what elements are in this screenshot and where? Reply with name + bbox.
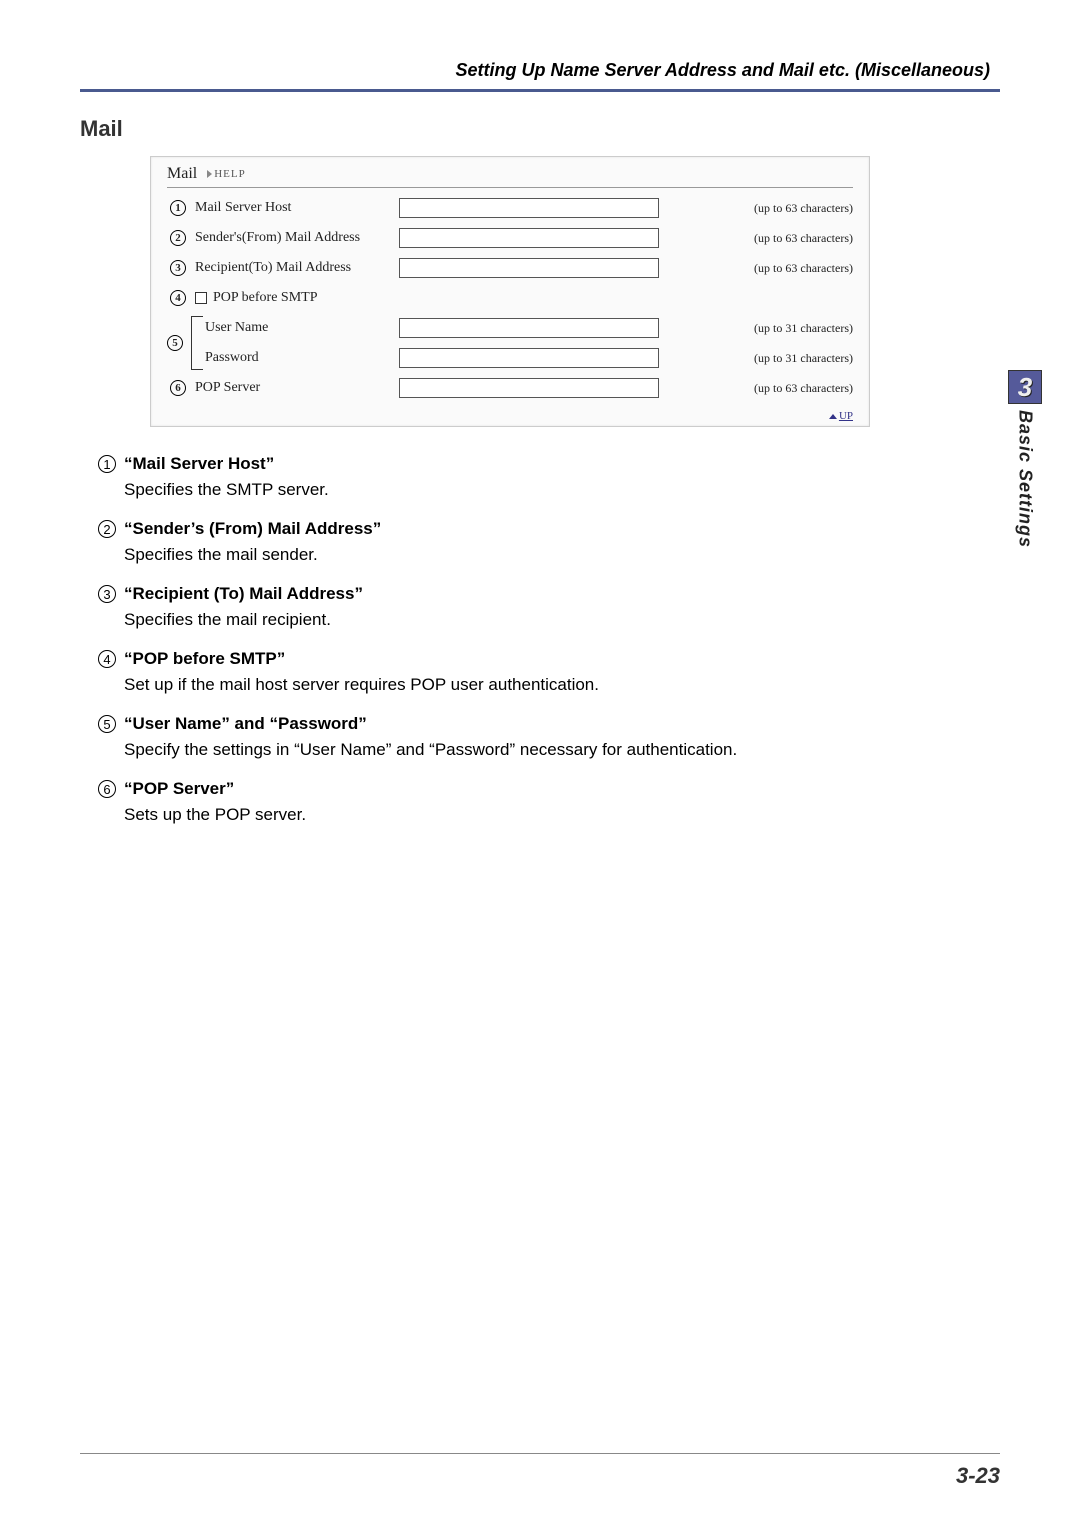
circled-number-icon: 3 xyxy=(98,585,116,603)
label-sender-address: Sender's(From) Mail Address xyxy=(189,230,399,246)
row-sender-address: 2 Sender's(From) Mail Address (up to 63 … xyxy=(167,226,853,250)
explanation-title: “Sender’s (From) Mail Address” xyxy=(124,516,1000,542)
explanation-item-2: 2 “Sender’s (From) Mail Address” Specifi… xyxy=(98,516,1000,567)
help-link[interactable]: HELP xyxy=(207,168,246,180)
screenshot-header: Mail HELP xyxy=(167,165,853,188)
circled-number-icon: 6 xyxy=(98,780,116,798)
hint-password: (up to 31 characters) xyxy=(754,351,853,366)
explanation-title: “POP before SMTP” xyxy=(124,646,1000,672)
explanation-title: “User Name” and “Password” xyxy=(124,711,1000,737)
label-pop-server: POP Server xyxy=(189,380,399,396)
page-number: 3-23 xyxy=(956,1463,1000,1489)
explanation-title: “Mail Server Host” xyxy=(124,451,1000,477)
section-title-mail: Mail xyxy=(80,116,1000,142)
bracket-icon xyxy=(191,316,203,370)
explanation-item-5: 5 “User Name” and “Password” Specify the… xyxy=(98,711,1000,762)
row-pop-before-smtp: 4 POP before SMTP xyxy=(167,286,853,310)
hint-user-name: (up to 31 characters) xyxy=(754,321,853,336)
mail-settings-screenshot: Mail HELP 1 Mail Server Host (up to 63 c… xyxy=(150,156,870,427)
pop-before-smtp-checkbox[interactable]: POP before SMTP xyxy=(189,290,318,306)
explanation-item-1: 1 “Mail Server Host” Specifies the SMTP … xyxy=(98,451,1000,502)
explanation-desc: Specify the settings in “User Name” and … xyxy=(124,737,1000,763)
circled-number-icon: 2 xyxy=(98,520,116,538)
header-rule xyxy=(80,89,1000,92)
chapter-label: Basic Settings xyxy=(1015,410,1036,548)
explanation-desc: Specifies the SMTP server. xyxy=(124,477,1000,503)
circled-number-icon: 1 xyxy=(98,455,116,473)
label-recipient-address: Recipient(To) Mail Address xyxy=(189,260,399,276)
input-password[interactable] xyxy=(399,348,659,368)
callout-3: 3 xyxy=(167,260,189,276)
checkbox-icon xyxy=(195,292,207,304)
explanation-list: 1 “Mail Server Host” Specifies the SMTP … xyxy=(98,451,1000,827)
label-user-name: User Name xyxy=(205,320,399,336)
input-user-name[interactable] xyxy=(399,318,659,338)
explanation-desc: Set up if the mail host server requires … xyxy=(124,672,1000,698)
chapter-side-tab: 3 Basic Settings xyxy=(1008,370,1042,548)
circled-number-icon: 4 xyxy=(98,650,116,668)
explanation-desc: Sets up the POP server. xyxy=(124,802,1000,828)
up-link[interactable]: UP xyxy=(167,406,853,424)
hint-mail-server-host: (up to 63 characters) xyxy=(754,201,853,216)
up-link-label: UP xyxy=(839,410,853,422)
up-arrow-icon xyxy=(829,414,837,419)
explanation-item-3: 3 “Recipient (To) Mail Address” Specifie… xyxy=(98,581,1000,632)
input-sender-address[interactable] xyxy=(399,228,659,248)
callout-6: 6 xyxy=(167,380,189,396)
explanation-item-4: 4 “POP before SMTP” Set up if the mail h… xyxy=(98,646,1000,697)
row-user-name: User Name (up to 31 characters) xyxy=(205,316,853,340)
hint-sender-address: (up to 63 characters) xyxy=(754,231,853,246)
callout-2: 2 xyxy=(167,230,189,246)
document-page: Setting Up Name Server Address and Mail … xyxy=(0,0,1080,1529)
input-recipient-address[interactable] xyxy=(399,258,659,278)
row-mail-server-host: 1 Mail Server Host (up to 63 characters) xyxy=(167,196,853,220)
chapter-number-badge: 3 xyxy=(1008,370,1042,404)
label-password: Password xyxy=(205,350,399,366)
row-recipient-address: 3 Recipient(To) Mail Address (up to 63 c… xyxy=(167,256,853,280)
callout-5: 5 xyxy=(167,316,189,370)
explanation-desc: Specifies the mail sender. xyxy=(124,542,1000,568)
explanation-title: “POP Server” xyxy=(124,776,1000,802)
page-header-title: Setting Up Name Server Address and Mail … xyxy=(80,60,1000,89)
hint-pop-server: (up to 63 characters) xyxy=(754,381,853,396)
row-password: Password (up to 31 characters) xyxy=(205,346,853,370)
input-mail-server-host[interactable] xyxy=(399,198,659,218)
row-pop-server: 6 POP Server (up to 63 characters) xyxy=(167,376,853,400)
help-label: HELP xyxy=(214,168,246,180)
explanation-desc: Specifies the mail recipient. xyxy=(124,607,1000,633)
circled-number-icon: 5 xyxy=(98,715,116,733)
play-arrow-icon xyxy=(207,170,212,178)
label-mail-server-host: Mail Server Host xyxy=(189,200,399,216)
row-user-pass-group: 5 User Name (up to 31 characters) Passwo… xyxy=(167,316,853,370)
callout-4: 4 xyxy=(167,290,189,306)
footer-rule xyxy=(80,1453,1000,1454)
explanation-item-6: 6 “POP Server” Sets up the POP server. xyxy=(98,776,1000,827)
callout-1: 1 xyxy=(167,200,189,216)
hint-recipient-address: (up to 63 characters) xyxy=(754,261,853,276)
input-pop-server[interactable] xyxy=(399,378,659,398)
label-pop-before-smtp: POP before SMTP xyxy=(213,290,318,306)
explanation-title: “Recipient (To) Mail Address” xyxy=(124,581,1000,607)
screenshot-title: Mail xyxy=(167,165,197,183)
